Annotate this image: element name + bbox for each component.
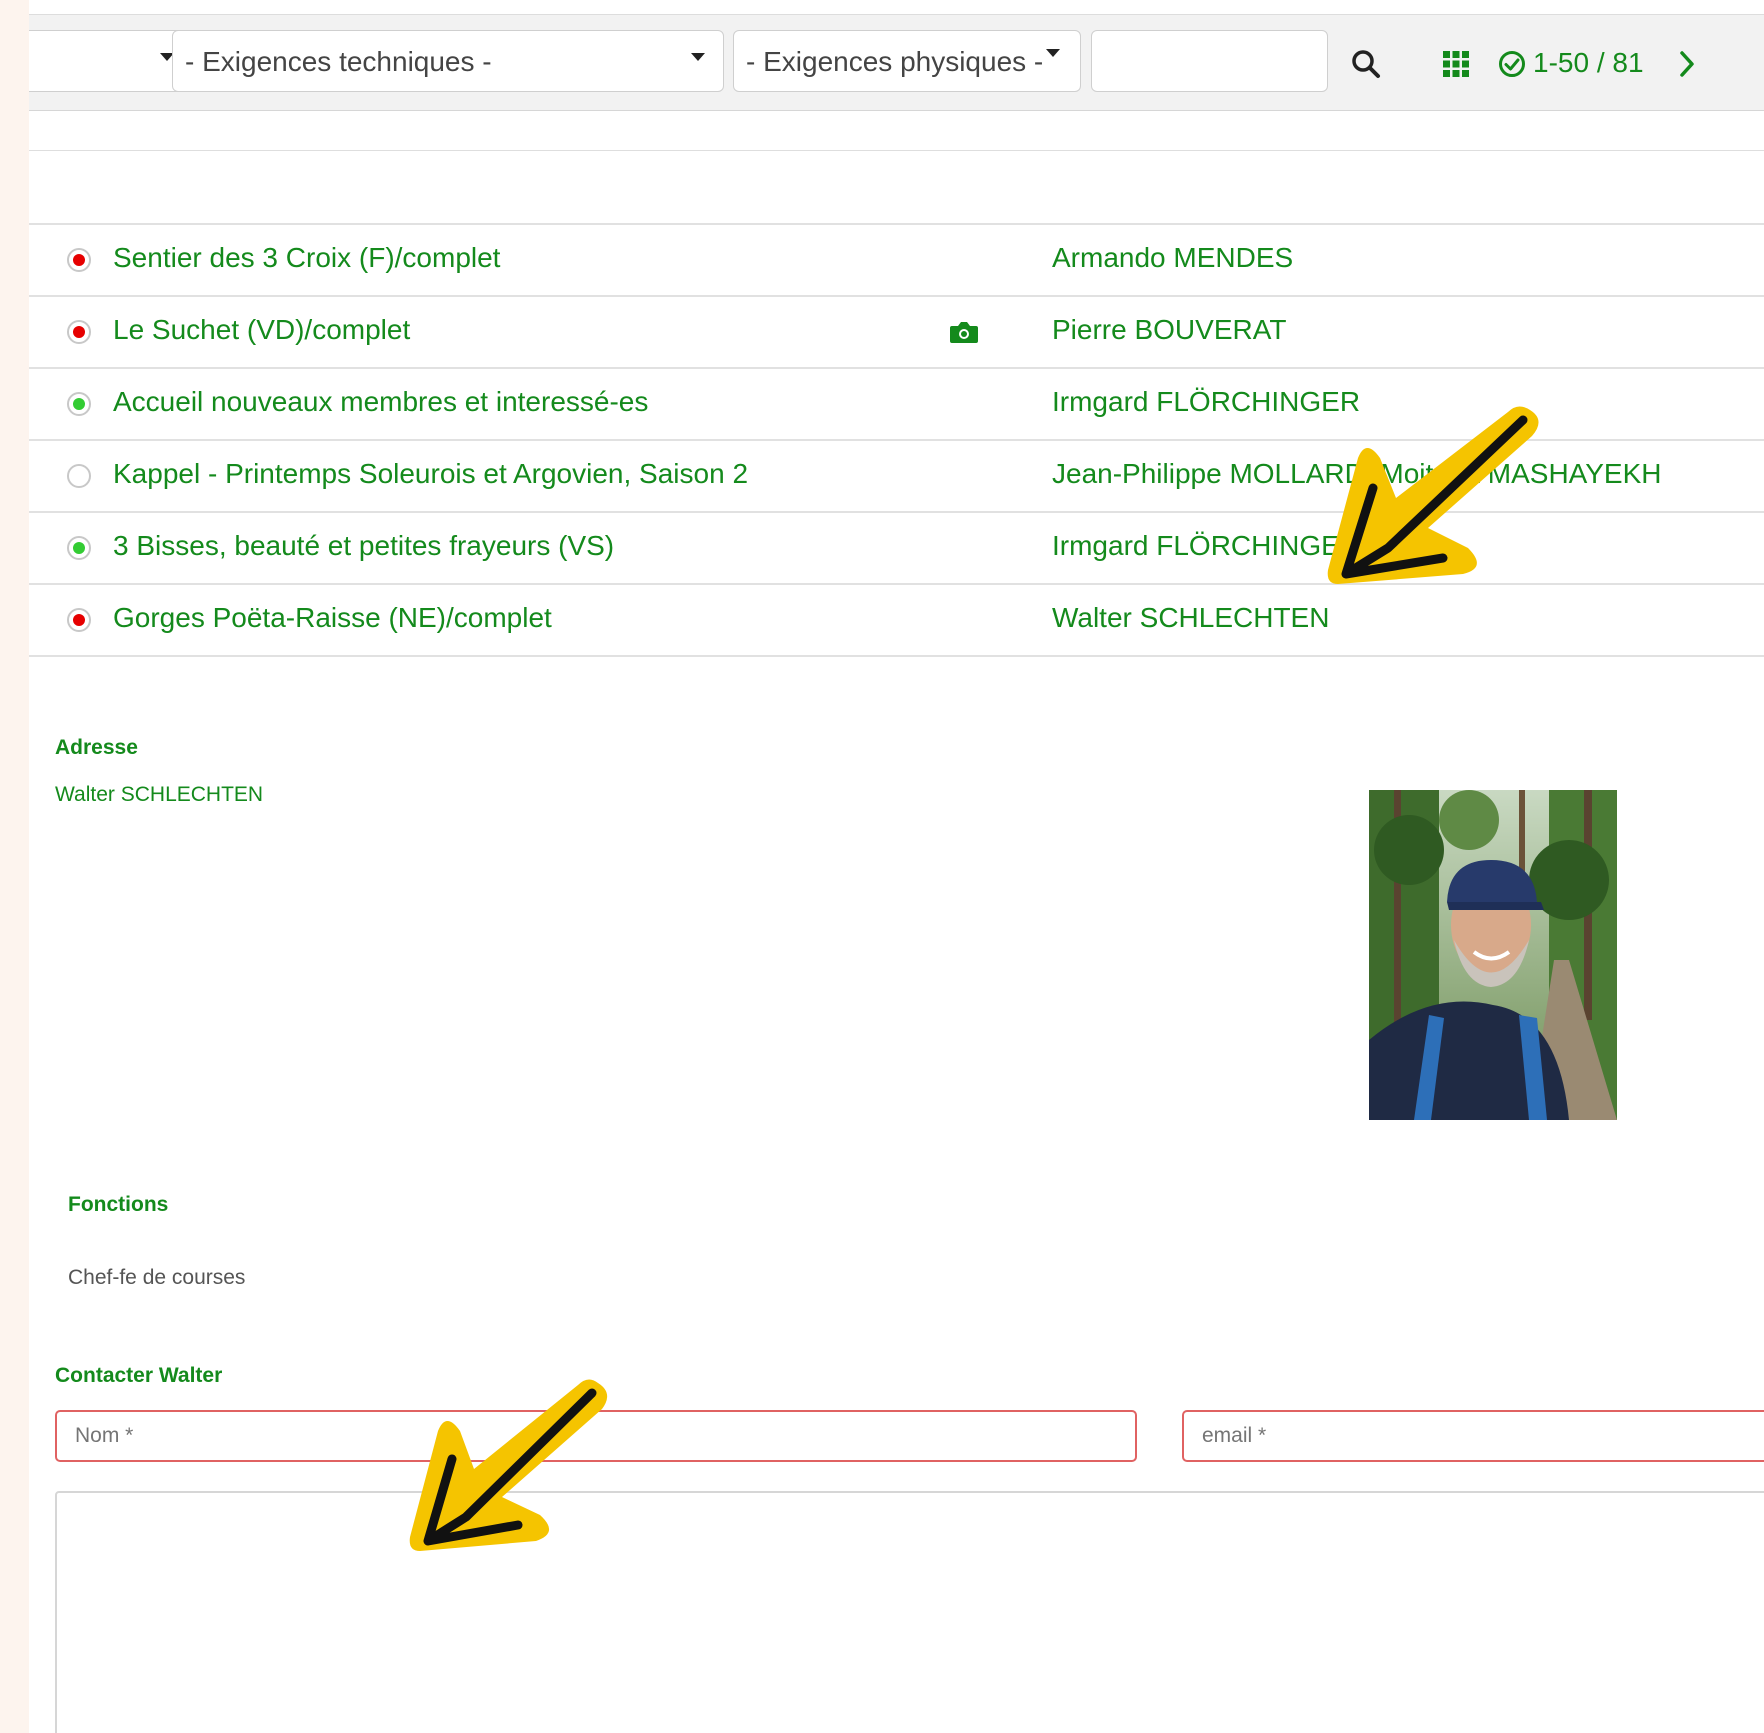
course-leader[interactable]: Armando MENDES	[1052, 242, 1293, 274]
search-input[interactable]	[1091, 30, 1328, 92]
pagination-count: 1-50 / 81	[1533, 47, 1644, 78]
contact-label: Contacter Walter	[55, 1364, 223, 1387]
course-title[interactable]: Gorges Poëta-Raisse (NE)/complet	[113, 602, 552, 634]
function-value: Chef-fe de courses	[68, 1266, 246, 1289]
physical-requirements-label: - Exigences physiques -	[746, 46, 1044, 77]
status-red-icon	[67, 320, 91, 344]
page: - Exigences techniques - - Exigences phy…	[29, 0, 1764, 1733]
status-empty-icon	[67, 464, 91, 488]
message-textarea[interactable]	[55, 1491, 1764, 1733]
course-leader[interactable]: Irmgard FLÖRCHINGER	[1052, 530, 1360, 562]
course-leader[interactable]: Walter SCHLECHTEN	[1052, 602, 1329, 634]
technical-requirements-select[interactable]: - Exigences techniques -	[172, 30, 724, 92]
address-label: Adresse	[55, 736, 138, 759]
status-green-icon	[67, 536, 91, 560]
profile-photo	[1369, 790, 1617, 1120]
course-title[interactable]: Le Suchet (VD)/complet	[113, 314, 410, 346]
divider	[29, 150, 1764, 151]
course-leader[interactable]: Irmgard FLÖRCHINGER	[1052, 386, 1360, 418]
leader-name: Walter SCHLECHTEN	[55, 783, 264, 806]
list-item[interactable]: Sentier des 3 Croix (F)/complet Armando …	[29, 223, 1764, 295]
course-title[interactable]: 3 Bisses, beauté et petites frayeurs (VS…	[113, 530, 614, 562]
course-title[interactable]: Sentier des 3 Croix (F)/complet	[113, 242, 500, 274]
course-title[interactable]: Kappel - Printemps Soleurois et Argovien…	[113, 458, 748, 490]
camera-icon[interactable]	[949, 319, 979, 345]
functions-label: Fonctions	[68, 1193, 169, 1216]
chevron-down-icon	[691, 53, 705, 61]
check-circle-icon	[1499, 51, 1525, 77]
filter-bar: - Exigences techniques - - Exigences phy…	[29, 14, 1764, 111]
annotation-arrow-icon	[409, 1379, 608, 1551]
course-leader[interactable]: Pierre BOUVERAT	[1052, 314, 1286, 346]
course-title[interactable]: Accueil nouveaux membres et interessé-es	[113, 386, 648, 418]
chevron-right-icon[interactable]	[1678, 50, 1696, 78]
status-red-icon	[67, 248, 91, 272]
first-select[interactable]	[29, 30, 193, 92]
chevron-down-icon	[1046, 49, 1060, 57]
email-field[interactable]	[1182, 1410, 1764, 1462]
list-item[interactable]: Le Suchet (VD)/complet Pierre BOUVERAT	[29, 295, 1764, 367]
status-green-icon	[67, 392, 91, 416]
physical-requirements-select[interactable]: - Exigences physiques -	[733, 30, 1081, 92]
grid-icon[interactable]	[1442, 50, 1470, 78]
technical-requirements-label: - Exigences techniques -	[185, 46, 492, 77]
annotation-arrow-icon	[1327, 406, 1539, 584]
search-icon[interactable]	[1350, 48, 1382, 80]
status-red-icon	[67, 608, 91, 632]
